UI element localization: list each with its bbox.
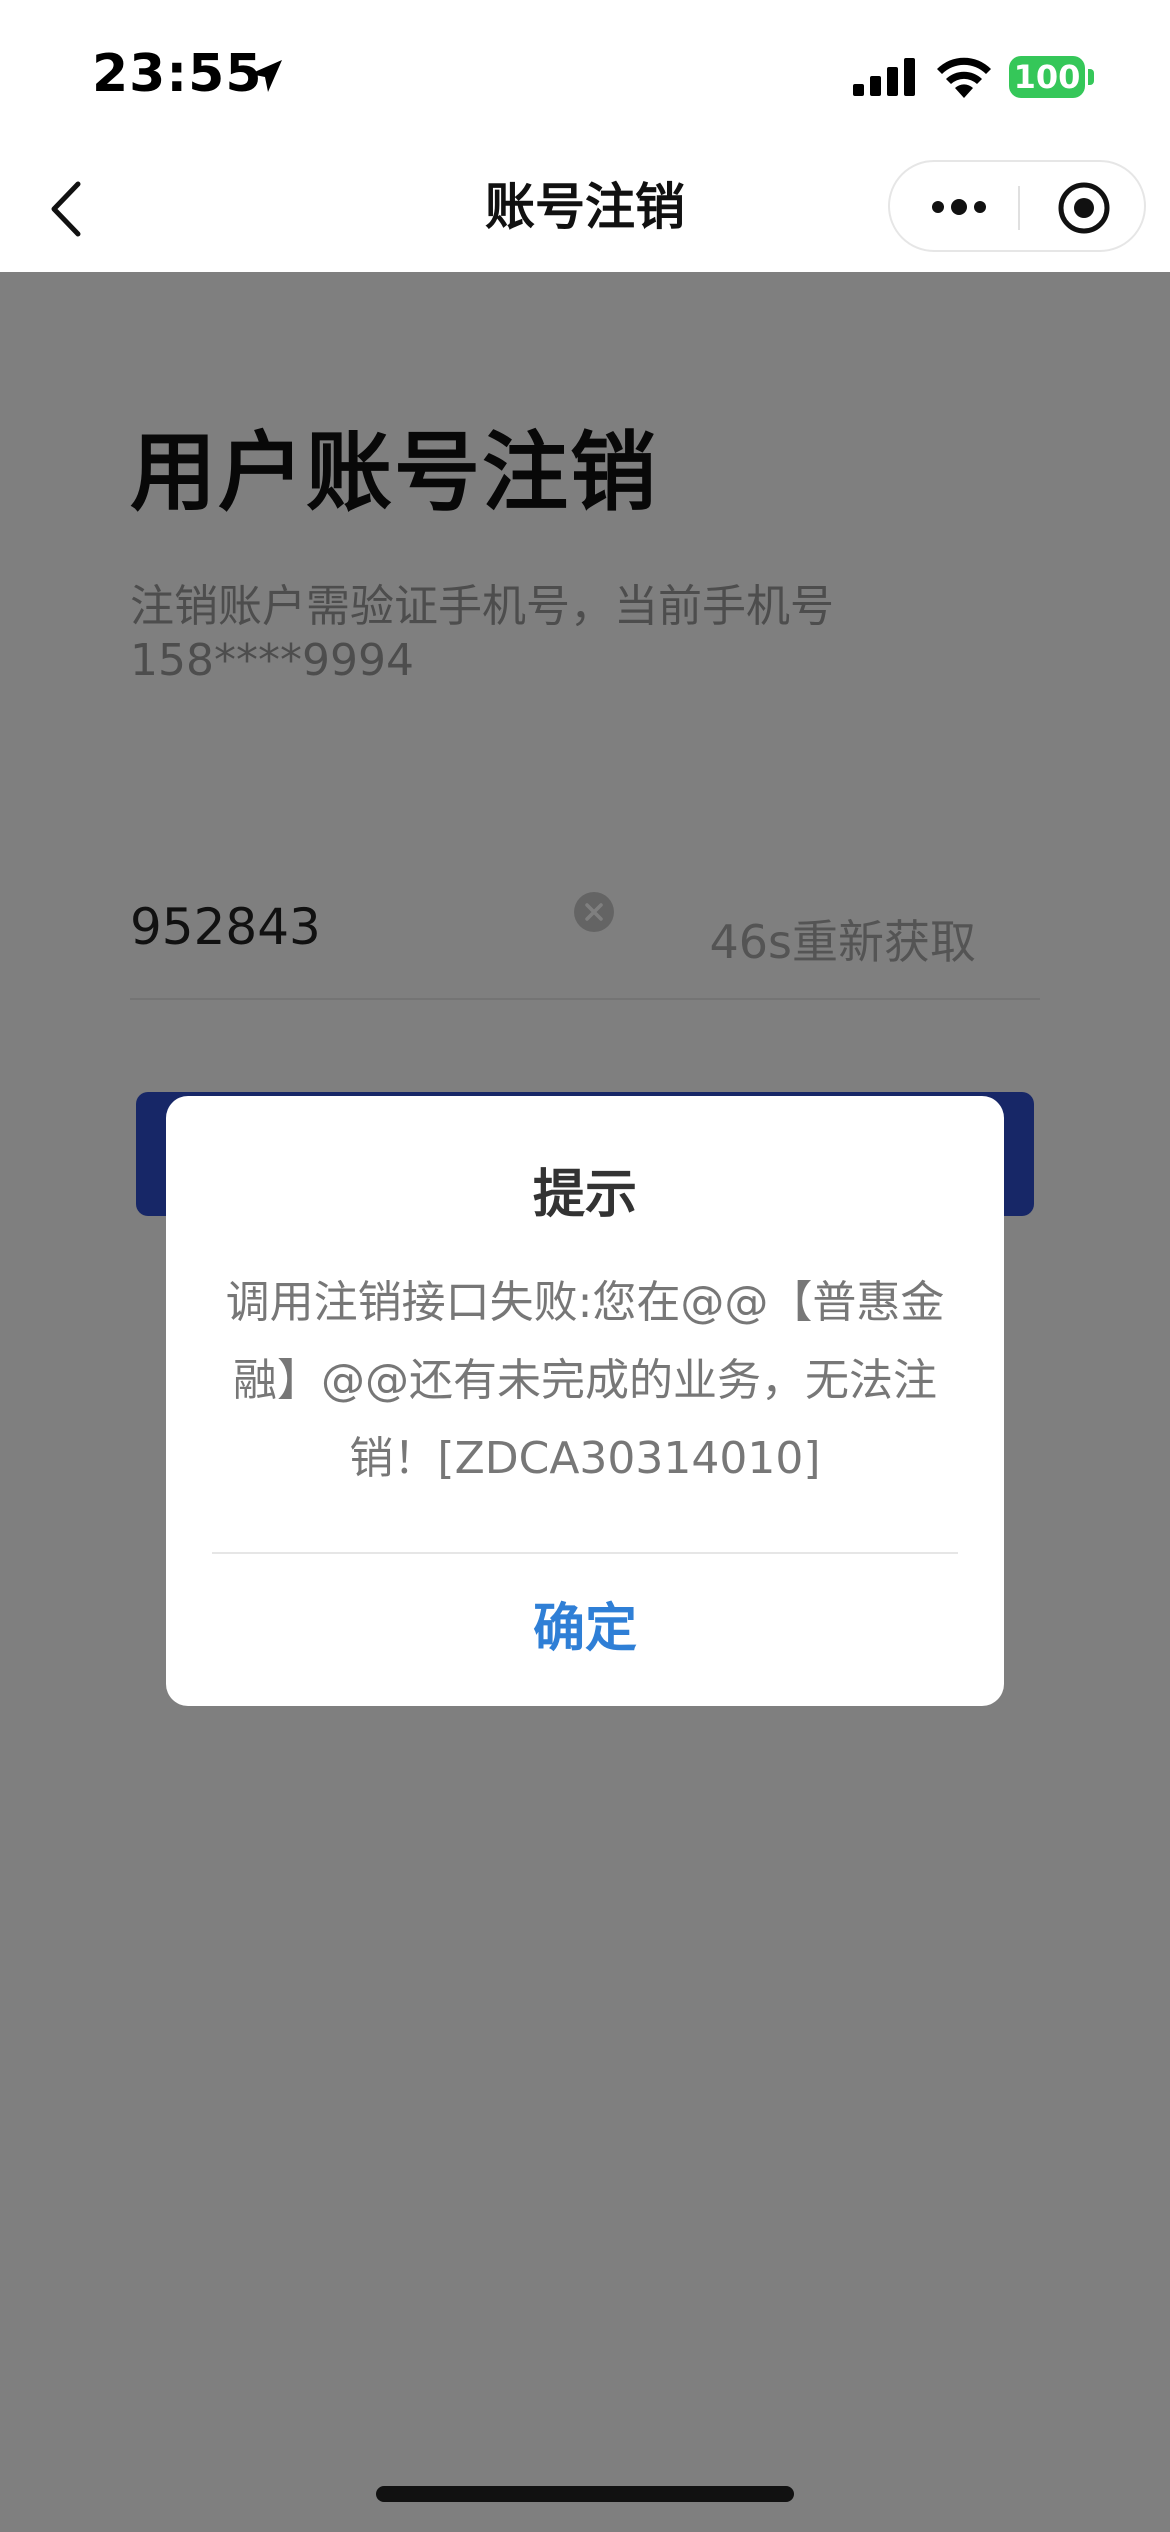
home-indicator (376, 2486, 794, 2502)
alert-dialog: 提示 调用注销接口失败:您在@@【普惠金融】@@还有未完成的业务，无法注销！[Z… (166, 1096, 1004, 1706)
capsule-divider (1018, 186, 1020, 230)
battery-tip (1088, 69, 1094, 85)
status-bar: 23:55 100 (0, 0, 1170, 150)
battery-indicator: 100 (1009, 56, 1085, 98)
nav-bar: 账号注销 (0, 150, 1170, 272)
wifi-icon (937, 57, 991, 98)
signal-icon (853, 58, 915, 96)
more-icon[interactable] (928, 182, 990, 232)
record-icon[interactable] (1056, 180, 1112, 236)
confirm-button[interactable]: 确定 (166, 1554, 1004, 1706)
battery-level: 100 (1013, 58, 1081, 96)
screen: 23:55 100 账号注销 提示 调用注销接口失败:您在@@【普惠金融】@@还… (0, 0, 1170, 2532)
menu-capsule (888, 160, 1146, 252)
dialog-title: 提示 (532, 1165, 637, 1225)
dialog-message: 调用注销接口失败:您在@@【普惠金融】@@还有未完成的业务，无法注销！[ZDCA… (225, 1277, 945, 1484)
status-time: 23:55 (92, 44, 263, 104)
location-arrow-icon (250, 60, 282, 92)
back-icon[interactable] (44, 178, 88, 240)
